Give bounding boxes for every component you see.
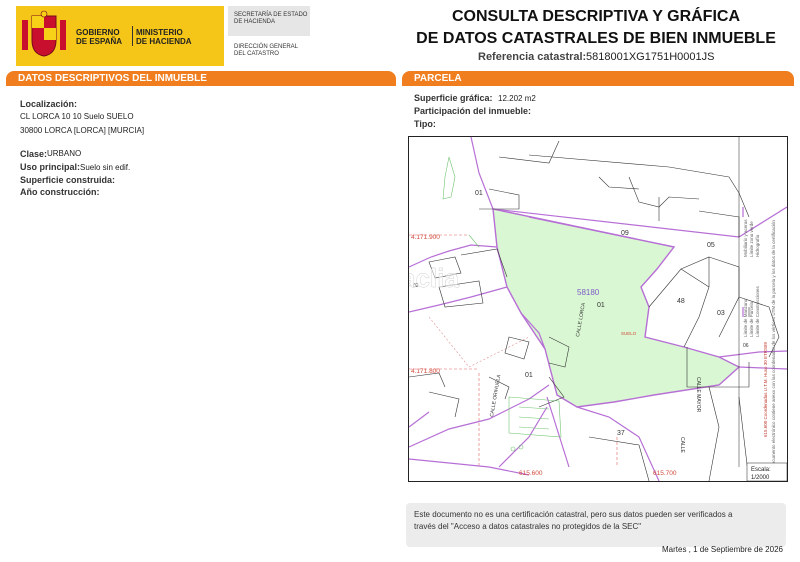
plot-number-6: 01 [525,372,533,379]
tipo-label: Tipo: [414,119,436,129]
coord-top-left: 4.171.900 [411,234,440,241]
cadastral-map: Límite de Manzana Límite de Parcela Lími… [408,136,788,482]
plot-number-1: 01 [475,190,483,197]
participacion-label: Participación del inmueble: [414,106,532,116]
header-divider [132,26,133,46]
parcel-sub: 01 [597,302,605,309]
suelo-label: SUELO [621,331,637,336]
scale-value: 1/2000 [751,475,770,481]
plot-number-7: 37 [617,430,625,437]
document-date: Martes , 1 de Septiembre de 2026 [662,545,783,554]
localizacion-line2: 30800 LORCA [LORCA] [MURCIA] [20,126,145,135]
legend-text-6: Mobiliario y aceras [743,219,748,257]
legend-text-3: Límite de Manzana [743,298,748,337]
street-4: CALLE MAYOR [695,377,701,413]
localizacion-line1: CL LORCA 10 10 Suelo SUELO [20,112,134,121]
plot-number-3: 05 [707,242,715,249]
scale-label: Escala: [751,467,771,473]
street-2: CALLE ORIHUELA [489,374,502,418]
plot-number-9: 06 [743,343,749,349]
coord-bottom-1: 615.600 [519,470,543,477]
ref-label: Referencia catastral: [478,51,587,63]
plot-number-5: 03 [717,310,725,317]
section-title-descriptivos: DATOS DESCRIPTIVOS DEL INMUEBLE [6,71,396,86]
watermark: habitaclia [409,263,459,293]
section-title-parcela: PARCELA [402,71,794,86]
notice-line2: través del "Acceso a datos catastrales n… [414,522,642,531]
disclaimer-notice: Este documento no es una certificación c… [406,503,786,547]
anio-construccion-label: Año construcción: [20,187,100,197]
plot-number-2: 09 [621,230,629,237]
superficie-construida-label: Superficie construida: [20,175,116,185]
clase-value: URBANO [47,149,82,158]
superficie-grafica-label: Superficie gráfica: [414,93,493,103]
legend-text-4: Límite de Parcela [749,301,754,337]
notice-line1: Este documento no es una certificación c… [414,510,733,519]
legend-text-2: Este documento electrónico contiene anex… [771,220,776,477]
direccion-name: DIRECCIÓN GENERAL DEL CATASTRO [234,44,299,57]
parcel-id: 58180 [577,288,600,297]
coat-of-arms-icon [22,10,66,57]
secretaria-name: SECRETARÍA DE ESTADO DE HACIENDA [234,12,308,25]
coord-bottom-2: 615.700 [653,470,677,477]
legend-text-1: 615.600 Coordenadas U.T.M. Huso 30 ETRS8… [763,341,768,437]
superficie-grafica-value: 12.202 m2 [498,94,536,103]
legend-text-5: Límite de Construcciones [755,285,760,337]
legend-text-8: Hidrografía [755,234,760,257]
uso-value: Suelo sin edif. [80,163,131,172]
uso-label: Uso principal: [20,162,81,172]
government-name: GOBIERNO DE ESPAÑA [76,28,123,46]
coord-mid-left: 4.171.800 [411,368,440,375]
clase-label: Clase: [20,149,48,159]
legend-text-7: Límite zona verde [749,221,754,257]
street-3: CALLE [679,437,685,454]
localizacion-label: Localización: [20,99,78,109]
page-title: CONSULTA DESCRIPTIVA Y GRÁFICA DE DATOS … [416,8,776,47]
ref-value: 5818001XG1751H0001JS [586,51,715,63]
ministry-name: MINISTERIO DE HACIENDA [136,28,192,46]
cadastral-map-svg: Límite de Manzana Límite de Parcela Lími… [409,137,787,481]
plot-number-4: 48 [677,298,685,305]
